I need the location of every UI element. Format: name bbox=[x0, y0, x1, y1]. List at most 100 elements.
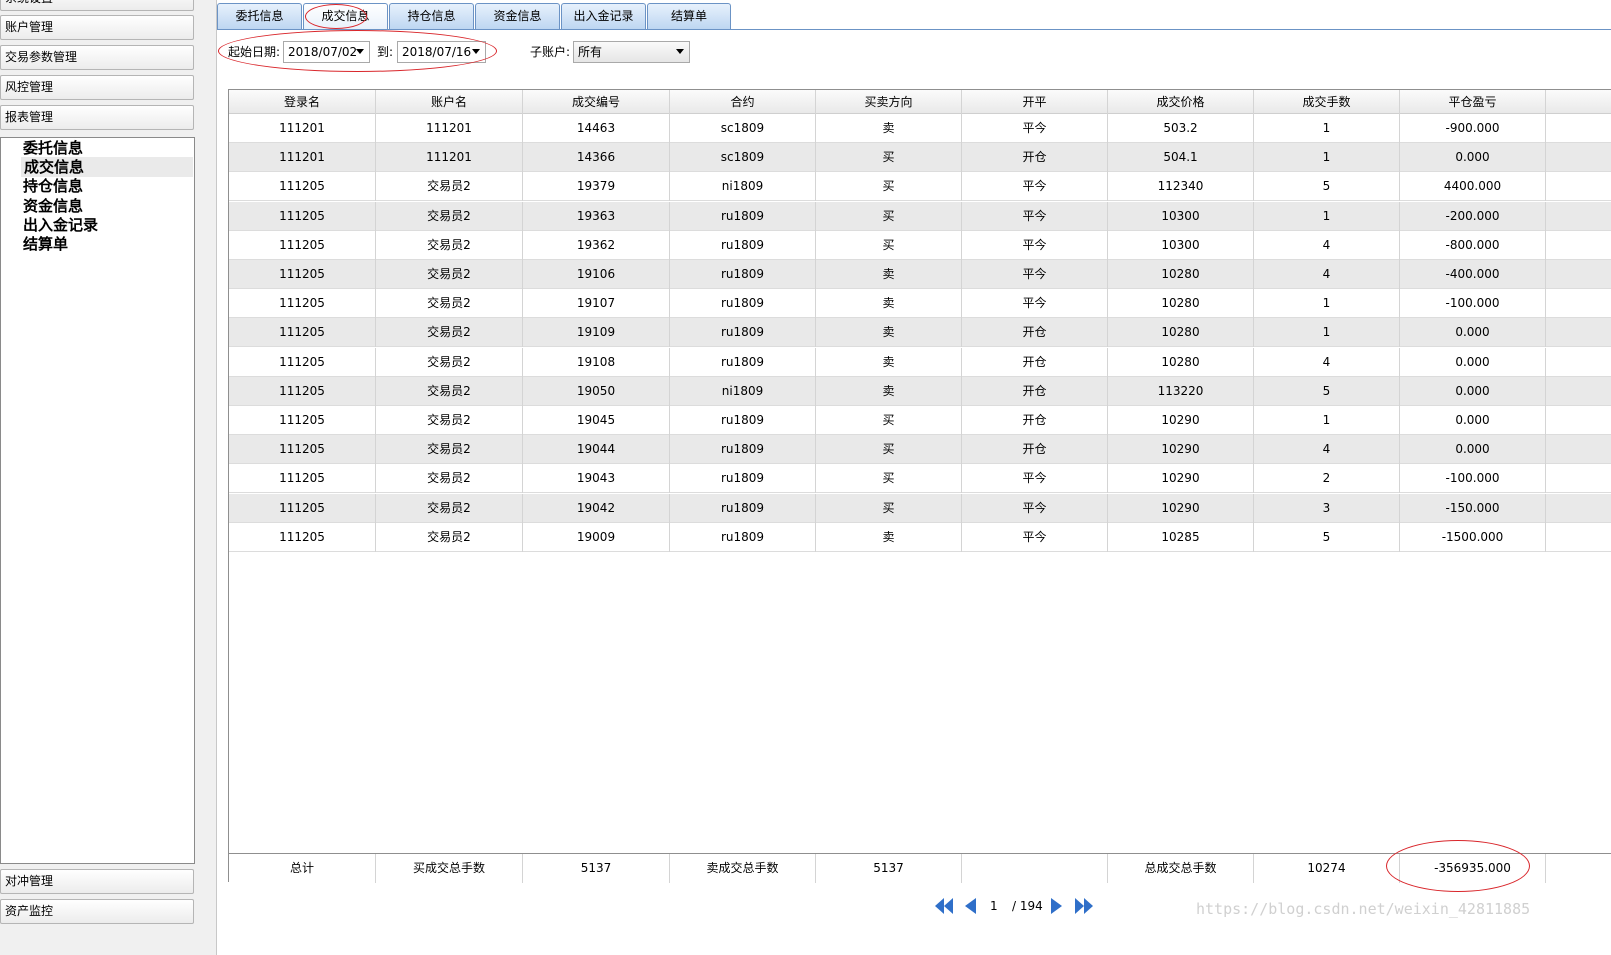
submenu-item-funds[interactable]: 资金信息 bbox=[23, 196, 83, 216]
cell-contract: ru1809 bbox=[670, 493, 816, 523]
cell-contract: ni1809 bbox=[670, 376, 816, 406]
cell-offset: 开仓 bbox=[962, 435, 1108, 465]
nav-section-system[interactable]: 系统设置 bbox=[0, 0, 194, 11]
nav-section-report[interactable]: 报表管理 bbox=[0, 105, 194, 130]
submenu-item-orders[interactable]: 委托信息 bbox=[23, 138, 83, 158]
end-date-value: 2018/07/16 bbox=[402, 45, 472, 59]
cell-login: 111205 bbox=[229, 172, 376, 202]
table-row[interactable]: 111205 交易员2 19107 ru1809 卖平今 10280 1 -100.000 bbox=[229, 289, 1611, 319]
cell-direction: 买 bbox=[816, 435, 962, 465]
cell-offset: 平今 bbox=[962, 464, 1108, 494]
last-page-icon[interactable] bbox=[1074, 897, 1094, 915]
table-row[interactable]: 111205 交易员2 19108 ru1809 卖开仓 10280 4 0.000 bbox=[229, 347, 1611, 377]
cell-contract: ru1809 bbox=[670, 464, 816, 494]
tab-orders[interactable]: 委托信息 bbox=[217, 3, 302, 30]
cell-account: 111201 bbox=[376, 114, 523, 143]
report-tabs: 委托信息 成交信息 持仓信息 资金信息 出入金记录 结算单 bbox=[217, 3, 1611, 30]
dropdown-arrow-icon bbox=[472, 49, 480, 54]
end-date-label: 到: bbox=[377, 45, 394, 59]
submenu-item-deposits[interactable]: 出入金记录 bbox=[23, 215, 98, 235]
end-date-select[interactable]: 2018/07/16 bbox=[397, 41, 486, 63]
cell-pnl: -100.000 bbox=[1400, 464, 1546, 494]
column-header-pnl[interactable]: 平仓盈亏 bbox=[1400, 90, 1546, 114]
column-header-contract[interactable]: 合约 bbox=[670, 90, 816, 114]
tab-funds[interactable]: 资金信息 bbox=[475, 3, 560, 30]
cell-offset: 开仓 bbox=[962, 406, 1108, 435]
start-date-label: 起始日期: bbox=[228, 45, 281, 59]
column-header-price[interactable]: 成交价格 bbox=[1108, 90, 1254, 114]
prev-page-icon[interactable] bbox=[963, 897, 977, 915]
footer-cell bbox=[962, 854, 1108, 883]
nav-section-risk[interactable]: 风控管理 bbox=[0, 75, 194, 100]
nav-section-hedge[interactable]: 对冲管理 bbox=[0, 869, 194, 894]
tab-trades[interactable]: 成交信息 bbox=[303, 3, 388, 30]
cell-volume: 5 bbox=[1254, 376, 1400, 406]
column-header-direction[interactable]: 买卖方向 bbox=[816, 90, 962, 114]
table-row[interactable]: 111205 交易员2 19363 ru1809 买平今 10300 1 -200.000 bbox=[229, 201, 1611, 231]
cell-direction: 卖 bbox=[816, 289, 962, 319]
column-header-account[interactable]: 账户名 bbox=[376, 90, 523, 114]
first-page-icon[interactable] bbox=[934, 897, 954, 915]
table-row[interactable]: 111201 111201 14366 sc1809 买开仓 504.1 1 0.000 bbox=[229, 143, 1611, 173]
cell-account: 交易员2 bbox=[376, 347, 523, 377]
cell-volume: 1 bbox=[1254, 201, 1400, 231]
footer-cell: 总成交总手数 bbox=[1108, 854, 1254, 883]
cell-direction: 卖 bbox=[816, 522, 962, 552]
cell-contract: ni1809 bbox=[670, 172, 816, 202]
cell-direction: 卖 bbox=[816, 347, 962, 377]
column-header-trade-id[interactable]: 成交编号 bbox=[523, 90, 670, 114]
submenu-item-trades[interactable]: 成交信息 bbox=[21, 157, 193, 177]
table-row[interactable]: 111205 交易员2 19042 ru1809 买平今 10290 3 -150.000 bbox=[229, 493, 1611, 523]
column-header-login[interactable]: 登录名 bbox=[229, 90, 376, 114]
nav-section-asset[interactable]: 资产监控 bbox=[0, 899, 194, 924]
nav-section-trade-params[interactable]: 交易参数管理 bbox=[0, 45, 194, 70]
table-row[interactable]: 111201 111201 14463 sc1809 卖平今 503.2 1 -900.000 bbox=[229, 114, 1611, 143]
tab-deposits[interactable]: 出入金记录 bbox=[561, 3, 646, 30]
cell-account: 111201 bbox=[376, 143, 523, 173]
cell-price: 10285 bbox=[1108, 522, 1254, 552]
table-row[interactable]: 111205 交易员2 19050 ni1809 卖开仓 113220 5 0.000 bbox=[229, 376, 1611, 406]
nav-section-account[interactable]: 账户管理 bbox=[0, 15, 194, 40]
pager-total-pages: / 194 bbox=[1012, 899, 1043, 913]
table-row[interactable]: 111205 交易员2 19106 ru1809 卖平今 10280 4 -400.000 bbox=[229, 260, 1611, 289]
cell-pnl: -100.000 bbox=[1400, 289, 1546, 319]
cell-direction: 卖 bbox=[816, 376, 962, 406]
tab-positions[interactable]: 持仓信息 bbox=[389, 3, 474, 30]
column-header-offset[interactable]: 开平 bbox=[962, 90, 1108, 114]
submenu-item-settlement[interactable]: 结算单 bbox=[23, 234, 68, 254]
table-row[interactable]: 111205 交易员2 19379 ni1809 买平今 112340 5 4400.000 bbox=[229, 172, 1611, 202]
table-row[interactable]: 111205 交易员2 19009 ru1809 卖平今 10285 5 -1500.000 bbox=[229, 522, 1611, 552]
sub-account-label: 子账户: bbox=[530, 45, 571, 59]
column-header-volume[interactable]: 成交手数 bbox=[1254, 90, 1400, 114]
table-row[interactable]: 111205 交易员2 19362 ru1809 买平今 10300 4 -800.000 bbox=[229, 230, 1611, 260]
cell-direction: 买 bbox=[816, 464, 962, 494]
submenu-item-positions[interactable]: 持仓信息 bbox=[23, 176, 83, 196]
cell-price: 503.2 bbox=[1108, 114, 1254, 143]
table-row[interactable]: 111205 交易员2 19044 ru1809 买开仓 10290 4 0.000 bbox=[229, 435, 1611, 465]
table-row[interactable]: 111205 交易员2 19109 ru1809 卖开仓 10280 1 0.000 bbox=[229, 318, 1611, 348]
cell-contract: ru1809 bbox=[670, 201, 816, 231]
table-row[interactable]: 111205 交易员2 19045 ru1809 买开仓 10290 1 0.000 bbox=[229, 406, 1611, 435]
start-date-select[interactable]: 2018/07/02 bbox=[283, 41, 370, 63]
cell-volume: 5 bbox=[1254, 172, 1400, 202]
footer-cell: 5137 bbox=[816, 854, 962, 883]
cell-offset: 平今 bbox=[962, 522, 1108, 552]
cell-trade-id: 19043 bbox=[523, 464, 670, 494]
cell-direction: 买 bbox=[816, 201, 962, 231]
footer-cell: 总计 bbox=[229, 854, 376, 883]
cell-price: 112340 bbox=[1108, 172, 1254, 202]
cell-offset: 平今 bbox=[962, 260, 1108, 289]
cell-account: 交易员2 bbox=[376, 376, 523, 406]
cell-offset: 平今 bbox=[962, 230, 1108, 260]
cell-offset: 开仓 bbox=[962, 318, 1108, 348]
cell-direction: 买 bbox=[816, 172, 962, 202]
dropdown-arrow-icon bbox=[356, 49, 364, 54]
sub-account-select[interactable]: 所有 bbox=[573, 41, 690, 63]
table-row[interactable]: 111205 交易员2 19043 ru1809 买平今 10290 2 -100.000 bbox=[229, 464, 1611, 494]
tab-settlement[interactable]: 结算单 bbox=[647, 3, 731, 30]
cell-contract: ru1809 bbox=[670, 347, 816, 377]
cell-price: 113220 bbox=[1108, 376, 1254, 406]
watermark: https://blog.csdn.net/weixin_42811885 bbox=[1196, 900, 1531, 918]
next-page-icon[interactable] bbox=[1050, 897, 1064, 915]
cell-trade-id: 19362 bbox=[523, 230, 670, 260]
